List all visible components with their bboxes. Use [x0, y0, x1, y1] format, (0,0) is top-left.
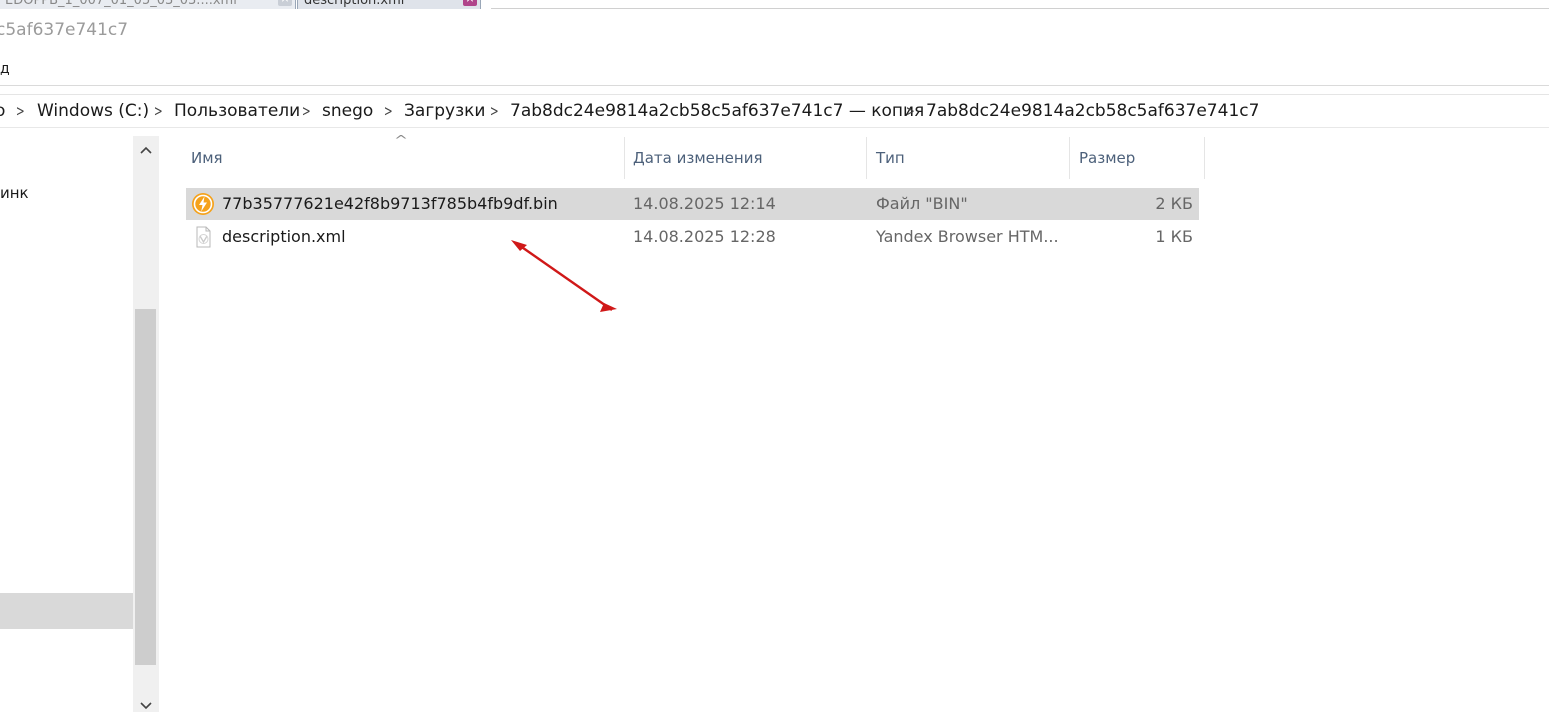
file-size: 2 КБ — [1155, 194, 1193, 213]
nav-item-selected[interactable] — [0, 593, 133, 629]
file-row[interactable]: 77b35777621e42f8b9713f785b4fb9df.bin 14.… — [186, 188, 1199, 220]
breadcrumb-item-current-folder[interactable]: 7ab8dc24e9814a2cb58c5af637e741c7 — [926, 96, 1259, 127]
file-type: Файл "BIN" — [876, 194, 968, 213]
breadcrumb-item-drive[interactable]: Windows (C:) — [37, 96, 149, 127]
scrollbar-thumb[interactable] — [135, 309, 156, 665]
column-separator[interactable] — [1069, 137, 1070, 179]
column-separator[interactable] — [624, 137, 625, 179]
close-icon[interactable]: × — [278, 0, 292, 6]
column-header-size[interactable]: Размер — [1079, 137, 1199, 179]
xml-document-icon — [196, 226, 211, 248]
file-type: Yandex Browser HTM... — [876, 227, 1059, 246]
bolt-app-icon — [192, 193, 214, 215]
file-explorer-window: EDOPPB_1_007_01_05_03_03....xml × descri… — [0, 0, 1549, 712]
file-date: 14.08.2025 12:28 — [633, 227, 776, 246]
divider — [0, 85, 1549, 86]
divider — [0, 94, 1549, 95]
chevron-right-icon[interactable]: > — [906, 96, 915, 127]
navigation-pane: инк — [0, 136, 133, 712]
divider — [0, 127, 1549, 128]
close-icon[interactable]: × — [463, 0, 477, 6]
column-header-date[interactable]: Дата изменения — [633, 137, 863, 179]
taskbar-tab-label: description.xml — [304, 0, 405, 8]
nav-scrollbar[interactable] — [133, 136, 158, 712]
taskbar-strip: EDOPPB_1_007_01_05_03_03....xml × descri… — [0, 0, 1549, 9]
taskbar-tab-label: EDOPPB_1_007_01_05_03_03....xml — [5, 0, 237, 8]
breadcrumb: o > Windows (C:) > Пользователи > snego … — [0, 96, 1549, 127]
chevron-right-icon[interactable]: > — [384, 96, 393, 127]
file-name: 77b35777621e42f8b9713f785b4fb9df.bin — [222, 194, 558, 213]
chevron-down-icon[interactable] — [133, 692, 158, 712]
chevron-right-icon[interactable]: > — [302, 96, 311, 127]
breadcrumb-item-root[interactable]: o — [0, 96, 5, 127]
chevron-right-icon[interactable]: > — [16, 96, 25, 127]
nav-item-label[interactable]: инк — [0, 184, 29, 202]
divider — [491, 0, 1549, 9]
file-name: description.xml — [222, 227, 346, 246]
breadcrumb-item-copy-folder[interactable]: 7ab8dc24e9814a2cb58c5af637e741c7 — копия — [510, 96, 924, 127]
column-separator[interactable] — [1204, 137, 1205, 179]
file-row[interactable]: description.xml 14.08.2025 12:28 Yandex … — [186, 221, 1199, 253]
annotation-arrow-icon — [511, 240, 617, 312]
breadcrumb-item-user[interactable]: snego — [322, 96, 373, 127]
ribbon-tab-view[interactable]: д — [0, 60, 10, 78]
column-header-type[interactable]: Тип — [876, 137, 1066, 179]
chevron-up-icon[interactable] — [133, 136, 158, 166]
window-title-text: c5af637e741c7 — [0, 20, 129, 40]
chevron-right-icon[interactable]: > — [490, 96, 499, 127]
breadcrumb-item-downloads[interactable]: Загрузки — [404, 96, 485, 127]
taskbar-tab-xml-1[interactable]: EDOPPB_1_007_01_05_03_03....xml × — [0, 0, 296, 9]
taskbar-tab-description[interactable]: description.xml × — [297, 0, 481, 9]
divider — [158, 136, 159, 712]
column-separator[interactable] — [866, 137, 867, 179]
file-date: 14.08.2025 12:14 — [633, 194, 776, 213]
column-header-name[interactable]: Имя — [191, 137, 621, 179]
chevron-right-icon[interactable]: > — [154, 96, 163, 127]
breadcrumb-item-users[interactable]: Пользователи — [174, 96, 300, 127]
file-size: 1 КБ — [1155, 227, 1193, 246]
